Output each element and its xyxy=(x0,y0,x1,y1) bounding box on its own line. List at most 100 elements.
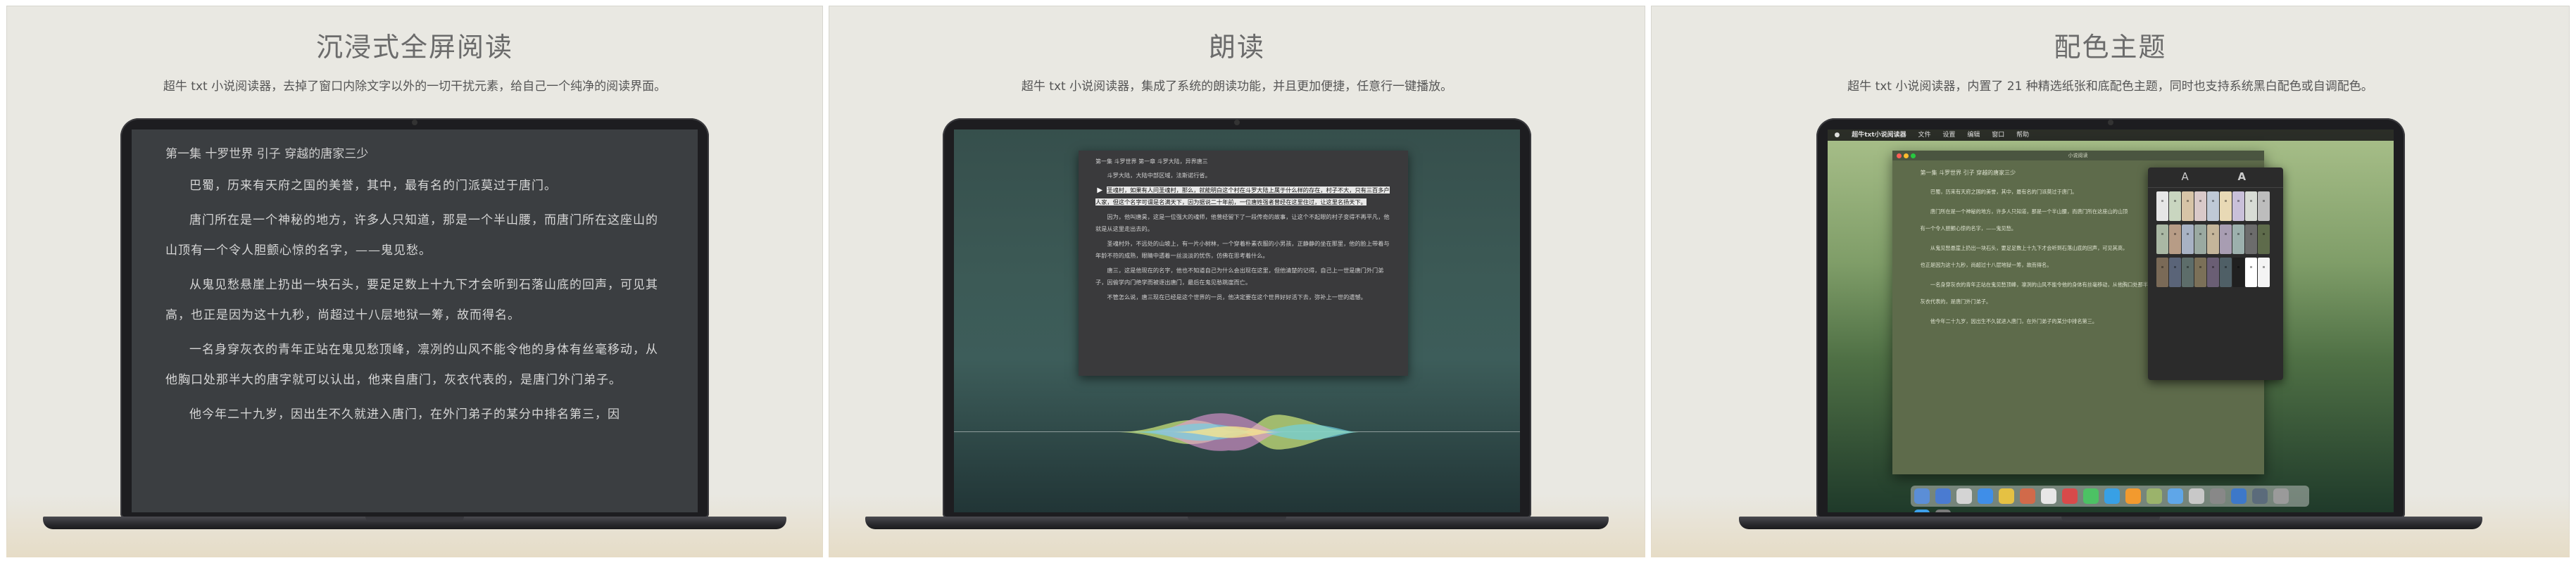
theme-swatch[interactable] xyxy=(2244,191,2257,221)
dock-app-icon[interactable] xyxy=(2125,488,2141,504)
dock xyxy=(1910,486,2309,512)
theme-swatch-grid xyxy=(2156,191,2275,291)
theme-swatch[interactable] xyxy=(2194,258,2206,287)
theme-swatch[interactable] xyxy=(2206,258,2219,287)
paragraph: 唐门所在是一个神秘的地方，许多人只知道，那是一个半山腰，而唐门所在这座山的山顶有… xyxy=(165,213,658,258)
dock-app-icon[interactable] xyxy=(1998,488,2014,504)
paragraph-speaking[interactable]: ▶ 圣魂村，如果有人问圣魂村，那么，就能明白这个村在斗罗大陆上属于什么样的存在，村… xyxy=(1095,184,1391,208)
dock-app-icon[interactable] xyxy=(1914,488,1930,504)
paragraph: 一名身穿灰衣的青年正站在鬼见愁顶峰，凛冽的山风不能令他的身体有丝毫移动，从他胸口… xyxy=(165,343,658,387)
dock-app-icon[interactable] xyxy=(2040,488,2056,504)
paragraph: 巴蜀，历来有天府之国的美誉，其中，最有名的门派莫过于唐门。 xyxy=(189,179,557,193)
theme-swatch[interactable] xyxy=(2206,191,2219,221)
window-titlebar[interactable]: 小说阅读 xyxy=(1892,151,2264,160)
dock-app-icon[interactable] xyxy=(1956,488,1972,504)
theme-swatch[interactable] xyxy=(2232,191,2244,221)
dock-app-icon[interactable] xyxy=(2188,488,2204,504)
paragraph[interactable]: 圣魂村外，不远处的山坡上，有一片小树林，一个穿着朴素衣服的小男孩，正静静的坐在那… xyxy=(1095,238,1391,262)
theme-swatch[interactable] xyxy=(2156,191,2168,221)
theme-swatch[interactable] xyxy=(2206,224,2219,254)
apple-icon[interactable]: ● xyxy=(1835,132,1840,139)
panel-title: 沉浸式全屏阅读 xyxy=(315,32,513,63)
feature-panel-color-themes: 配色主题 超牛 txt 小说阅读器，内置了 21 种精选纸张和底配色主题，同时也… xyxy=(1651,6,2570,557)
menu-bar[interactable]: ● 超牛txt小说阅读器 文件 设置 编辑 窗口 帮助 xyxy=(1827,129,2394,141)
dock-app-icon[interactable] xyxy=(2061,488,2078,504)
panel-title: 朗读 xyxy=(1208,32,1265,63)
theme-swatch[interactable] xyxy=(2244,258,2257,287)
theme-swatch[interactable] xyxy=(2156,258,2168,287)
play-icon[interactable]: ▶ xyxy=(1086,184,1102,196)
laptop-mockup: ● 超牛txt小说阅读器 文件 设置 编辑 窗口 帮助 小说阅读 第一集 斗罗世… xyxy=(1738,118,2482,529)
fullscreen-reader[interactable]: 第一集 十罗世界 引子 穿越的唐家三少 巴蜀，历来有天府之国的美誉，其中，最有名… xyxy=(132,129,698,512)
theme-swatch[interactable] xyxy=(2181,191,2194,221)
menu-settings[interactable]: 设置 xyxy=(1942,132,1955,139)
dock-app-icon[interactable] xyxy=(2019,488,2035,504)
camera xyxy=(1234,120,1240,125)
dock-app-icon[interactable] xyxy=(2167,488,2183,504)
camera xyxy=(2107,120,2113,125)
feature-panel-fullscreen: 沉浸式全屏阅读 超牛 txt 小说阅读器，去掉了窗口内除文字以外的一切干扰元素，… xyxy=(6,6,823,557)
laptop-screen: ● 超牛txt小说阅读器 文件 设置 编辑 窗口 帮助 小说阅读 第一集 斗罗世… xyxy=(1827,129,2394,512)
panel-subtitle: 超牛 txt 小说阅读器，内置了 21 种精选纸张和底配色主题，同时也支持系统黑… xyxy=(1847,80,2373,94)
theme-swatch[interactable] xyxy=(2257,258,2270,287)
theme-swatch[interactable] xyxy=(2168,224,2181,254)
menu-edit[interactable]: 编辑 xyxy=(1967,132,1980,139)
panel-subtitle: 超牛 txt 小说阅读器，去掉了窗口内除文字以外的一切干扰元素，给自己一个纯净的… xyxy=(163,80,667,94)
laptop-base xyxy=(865,517,1609,529)
paragraph[interactable]: 斗罗大陆，大陆中部区域，法斯诺行省。 xyxy=(1095,170,1391,182)
dock-app-icon[interactable] xyxy=(1914,510,1930,512)
reader-window[interactable]: 第一集 斗罗世界 第一章 斗罗大陆，异界唐三 斗罗大陆，大陆中部区域，法斯诺行省… xyxy=(1079,151,1408,376)
laptop-screen: 第一集 十罗世界 引子 穿越的唐家三少 巴蜀，历来有天府之国的美誉，其中，最有名… xyxy=(132,129,698,512)
dock-app-icon[interactable] xyxy=(1935,488,1951,504)
chapter-title: 第一集 十罗世界 引子 穿越的唐家三少 xyxy=(165,147,369,161)
paragraph: 巴蜀，历来有天府之国的美誉，其中，最有名的门派莫过于唐门。 xyxy=(1930,189,2078,195)
theme-picker-popover[interactable]: A A xyxy=(2147,167,2283,380)
dock-app-icon[interactable] xyxy=(2209,488,2225,504)
feature-panel-read-aloud: 朗读 超牛 txt 小说阅读器，集成了系统的朗读功能，并且更加便捷，任意行一键播… xyxy=(829,6,1645,557)
dock-app-icon[interactable] xyxy=(2104,488,2120,504)
panel-subtitle: 超牛 txt 小说阅读器，集成了系统的朗读功能，并且更加便捷，任意行一键播放。 xyxy=(1021,80,1453,94)
paragraph: 唐门所在是一个神秘的地方，许多人只知道，那是一个半山腰，而唐门所在这座山的山顶有… xyxy=(1920,208,2128,232)
panel-title: 配色主题 xyxy=(2054,32,2167,63)
theme-swatch[interactable] xyxy=(2257,191,2270,221)
laptop-lid: ● 超牛txt小说阅读器 文件 设置 编辑 窗口 帮助 小说阅读 第一集 斗罗世… xyxy=(1816,118,2405,518)
theme-swatch[interactable] xyxy=(2219,224,2232,254)
highlighted-line: 圣魂村，如果有人问圣魂村，那么，就能明白这个村在斗罗大陆上属于什么样的存在，村子… xyxy=(1095,186,1390,205)
theme-swatch[interactable] xyxy=(2168,191,2181,221)
theme-swatch[interactable] xyxy=(2232,224,2244,254)
dock-app-icon[interactable] xyxy=(1977,488,1993,504)
theme-swatch[interactable] xyxy=(2257,224,2270,254)
theme-swatch[interactable] xyxy=(2219,258,2232,287)
menu-app-name[interactable]: 超牛txt小说阅读器 xyxy=(1852,132,1906,139)
dock-app-icon[interactable] xyxy=(2230,488,2247,504)
paragraph[interactable]: 唐三，这是他现在的名字，他也不知道自己为什么会出现在这里，但他清楚的记得，自己上… xyxy=(1095,265,1391,289)
dock-app-icon[interactable] xyxy=(2251,488,2268,504)
theme-tab[interactable]: A xyxy=(2238,170,2247,183)
paragraph[interactable]: 不管怎么说，唐三现在已经是这个世界的一员，他决定要在这个世界好好活下去，弥补上一… xyxy=(1095,291,1391,303)
voice-waveform-icon xyxy=(1116,413,1362,451)
theme-swatch[interactable] xyxy=(2244,224,2257,254)
dock-app-icon[interactable] xyxy=(2273,488,2289,504)
chapter-title: 第一集 斗罗世界 第一章 斗罗大陆，异界唐三 xyxy=(1095,158,1208,165)
paragraph[interactable]: 因为，他叫唐昊，这是一位强大的魂师，他曾经留下了一段传奇的故事，让这个不起眼的村… xyxy=(1095,211,1391,235)
theme-swatch[interactable] xyxy=(2181,258,2194,287)
theme-swatch[interactable] xyxy=(2156,224,2168,254)
dock-app-icon[interactable] xyxy=(2146,488,2162,504)
theme-swatch[interactable] xyxy=(2232,258,2244,287)
laptop-lid: 第一集 斗罗世界 第一章 斗罗大陆，异界唐三 斗罗大陆，大陆中部区域，法斯诺行省… xyxy=(943,118,1531,518)
font-tab[interactable]: A xyxy=(2182,170,2189,183)
dock-app-icon[interactable] xyxy=(2082,488,2099,504)
theme-swatch[interactable] xyxy=(2194,191,2206,221)
laptop-mockup: 第一集 十罗世界 引子 穿越的唐家三少 巴蜀，历来有天府之国的美誉，其中，最有名… xyxy=(43,118,786,529)
menu-window[interactable]: 窗口 xyxy=(1992,132,2004,139)
dock-app-icon[interactable] xyxy=(1935,510,1951,512)
theme-swatch[interactable] xyxy=(2168,258,2181,287)
theme-swatch[interactable] xyxy=(2219,191,2232,221)
laptop-base xyxy=(43,517,786,529)
theme-swatch[interactable] xyxy=(2194,224,2206,254)
laptop-mockup: 第一集 斗罗世界 第一章 斗罗大陆，异界唐三 斗罗大陆，大陆中部区域，法斯诺行省… xyxy=(865,118,1609,529)
menu-help[interactable]: 帮助 xyxy=(2016,132,2029,139)
menu-file[interactable]: 文件 xyxy=(1918,132,1931,139)
theme-swatch[interactable] xyxy=(2181,224,2194,254)
laptop-lid: 第一集 十罗世界 引子 穿越的唐家三少 巴蜀，历来有天府之国的美誉，其中，最有名… xyxy=(120,118,709,518)
